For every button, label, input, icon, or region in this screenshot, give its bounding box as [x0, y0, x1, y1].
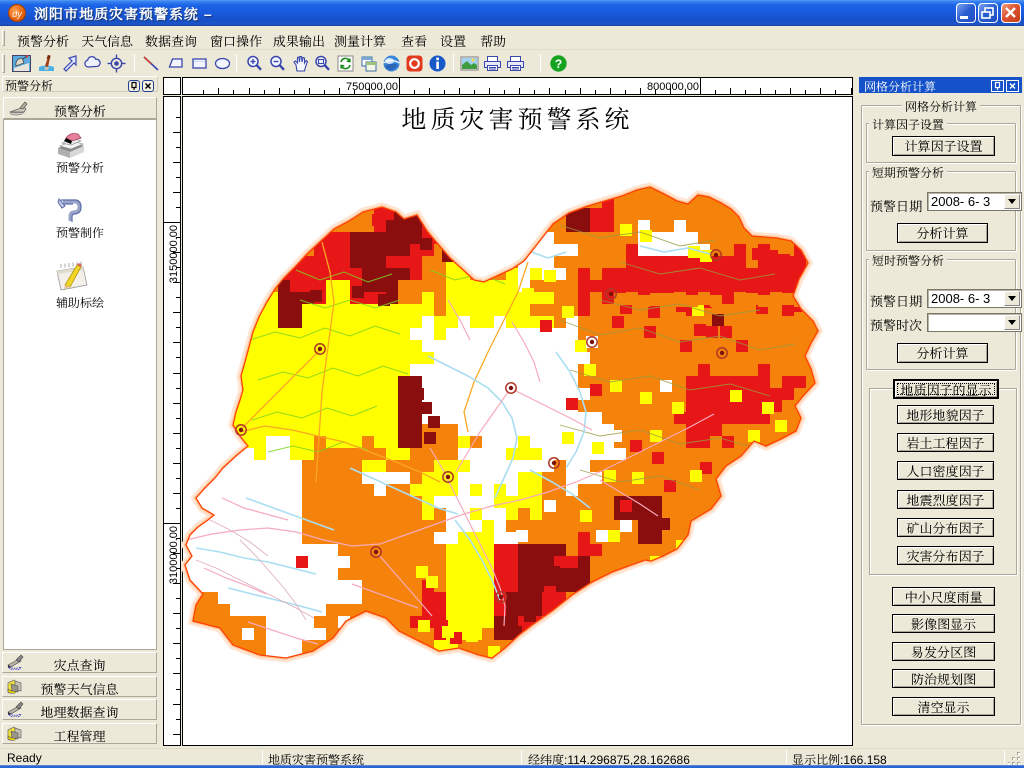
svg-text:750000.00: 750000.00 [346, 81, 398, 93]
svg-text:800000.00: 800000.00 [647, 81, 699, 93]
svg-text:3100000.00: 3100000.00 [168, 526, 180, 584]
svg-text:?: ? [555, 57, 562, 71]
svg-text:3150000.00: 3150000.00 [168, 225, 180, 283]
